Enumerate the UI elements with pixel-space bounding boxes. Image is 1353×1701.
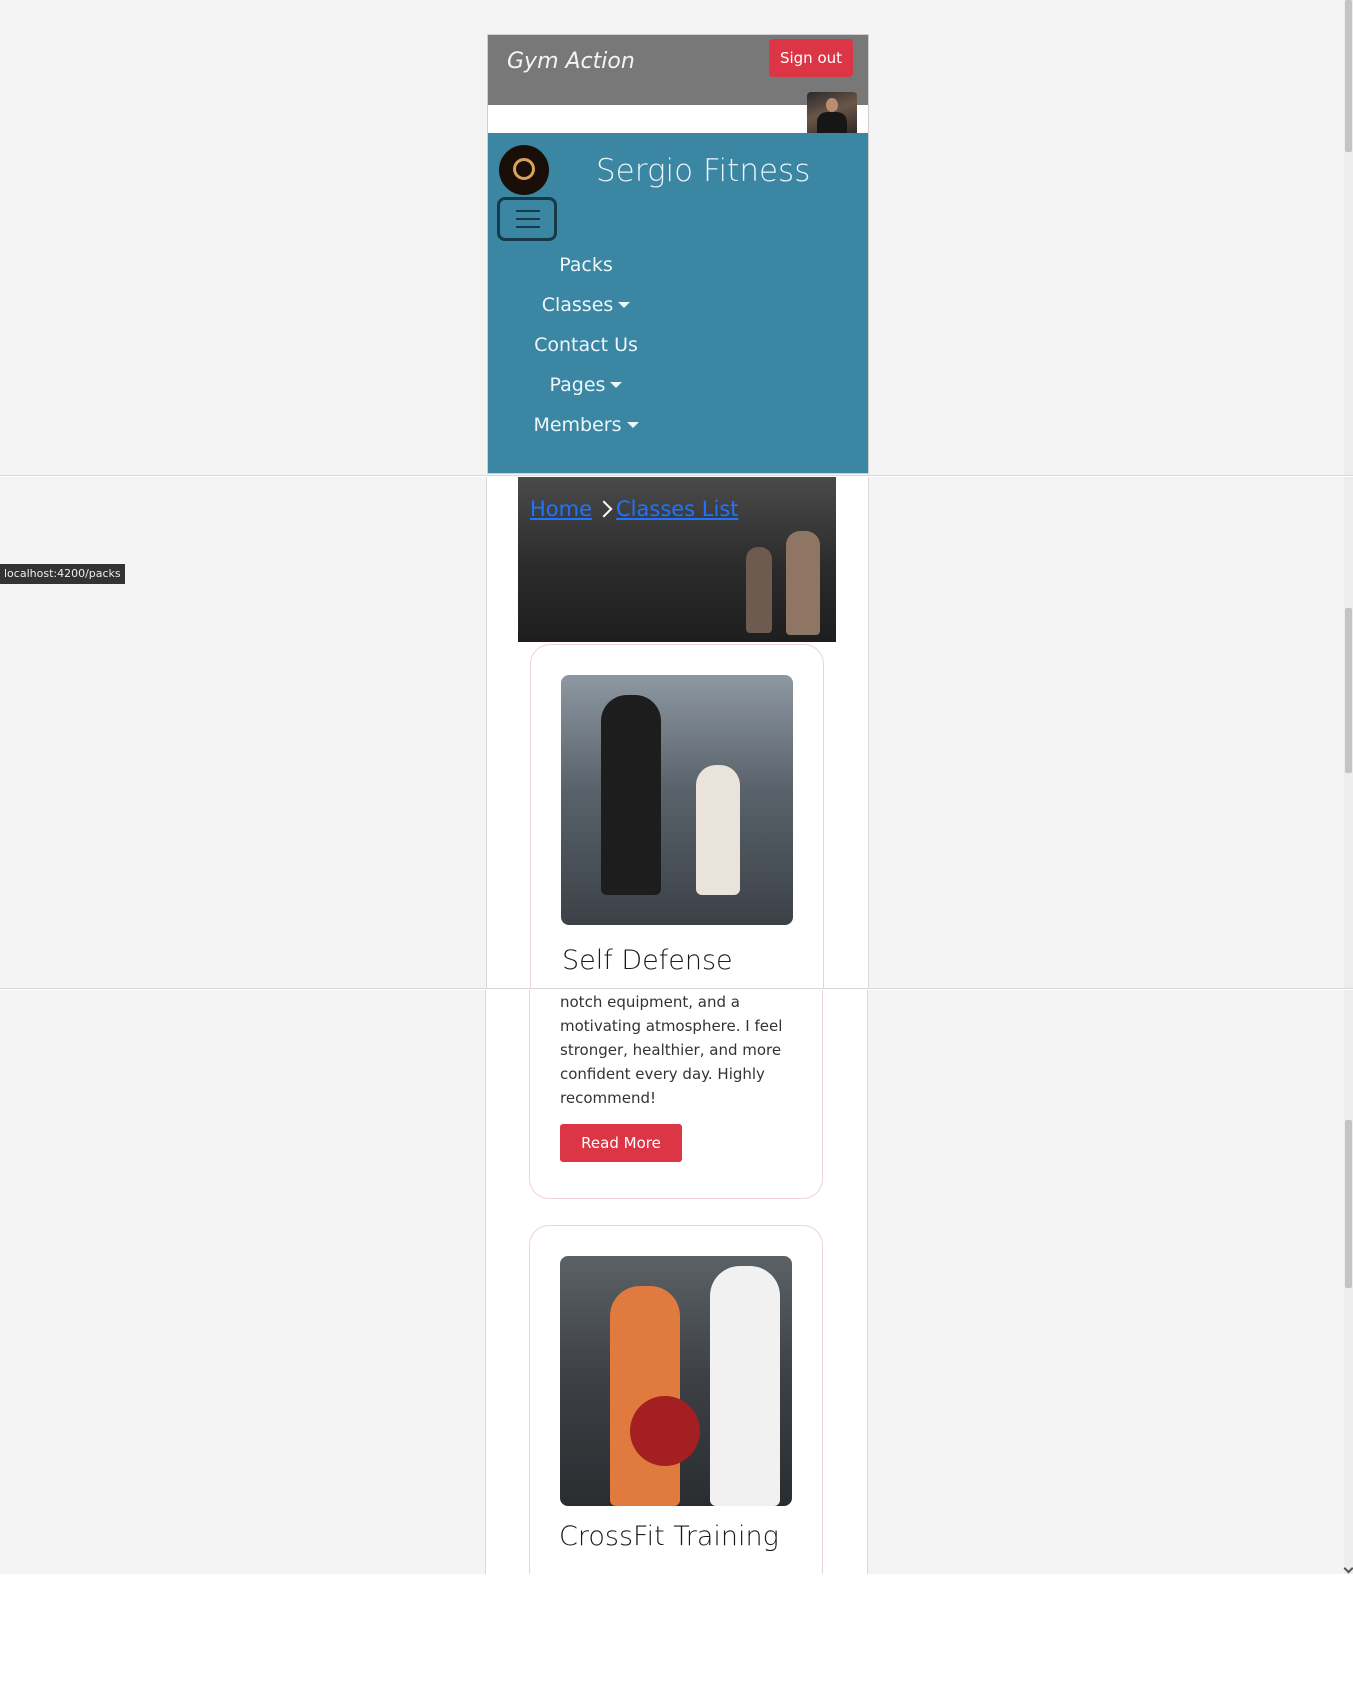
scrollbar-thumb[interactable] — [1345, 1120, 1352, 1288]
breadcrumb: Home Classes List — [530, 497, 739, 521]
nav-item-pages[interactable]: Pages — [488, 365, 684, 405]
card-image — [561, 675, 793, 925]
nav-item-label: Packs — [559, 254, 613, 276]
class-card: Self Defense — [530, 644, 824, 989]
segment-divider — [0, 475, 1353, 476]
card-text-line: recommend! — [560, 1089, 656, 1107]
card-text-line: confident every day. Highly — [560, 1065, 765, 1083]
logo-icon[interactable] — [499, 145, 549, 195]
hamburger-menu-button[interactable] — [497, 197, 557, 241]
scrollbar[interactable] — [1344, 0, 1353, 476]
brand-name: Gym Action — [507, 49, 635, 74]
nav-item-label: Contact Us — [534, 334, 638, 356]
caret-down-icon — [618, 302, 631, 308]
hero-figure — [746, 547, 772, 633]
screenshot-segment-hero: localhost:4200/packs Home Classes List S… — [0, 477, 1353, 989]
nav-list: Packs Classes Contact Us Pages Members — [488, 245, 684, 445]
breadcrumb-current-link[interactable]: Classes List — [616, 497, 739, 521]
scrollbar[interactable] — [1344, 477, 1353, 989]
card-title: CrossFit Training — [559, 1521, 779, 1552]
logo-mark — [513, 158, 535, 180]
image-plate — [630, 1396, 700, 1466]
nav-item-packs[interactable]: Packs — [488, 245, 684, 285]
caret-down-icon — [610, 382, 623, 388]
avatar-head — [826, 98, 838, 112]
caret-down-icon — [626, 422, 639, 428]
nav-item-members[interactable]: Members — [488, 405, 684, 445]
scrollbar-thumb[interactable] — [1345, 0, 1352, 152]
card-text-line: motivating atmosphere. I feel — [560, 1017, 783, 1035]
hero-figure — [786, 531, 820, 635]
image-figure — [601, 695, 661, 895]
status-url-tooltip: localhost:4200/packs — [0, 564, 125, 584]
card-image — [560, 1256, 792, 1506]
scrollbar-thumb[interactable] — [1345, 608, 1352, 773]
nav-item-classes[interactable]: Classes — [488, 285, 684, 325]
card-title: Self Defense — [562, 945, 733, 976]
nav-item-label: Pages — [549, 374, 606, 396]
class-card: CrossFit Training — [529, 1225, 823, 1574]
nav-item-label: Members — [533, 414, 622, 436]
page-viewport: Gym Action Sign out Sergio Fitness Packs… — [487, 34, 869, 474]
screenshot-segment-header: Gym Action Sign out Sergio Fitness Packs… — [0, 0, 1353, 476]
navbar: Sergio Fitness Packs Classes Contact Us … — [488, 133, 868, 473]
scrollbar[interactable] — [1344, 990, 1353, 1574]
nav-item-label: Classes — [541, 294, 614, 316]
hero-banner: Home Classes List — [518, 477, 836, 642]
sign-out-button[interactable]: Sign out — [769, 39, 853, 77]
card-text-line: notch equipment, and a — [560, 993, 740, 1011]
chevron-right-icon — [595, 500, 613, 518]
hamburger-line — [516, 210, 540, 212]
hamburger-line — [516, 218, 540, 220]
page-viewport: Home Classes List Self Defense — [486, 477, 869, 989]
read-more-button[interactable]: Read More — [560, 1124, 682, 1162]
class-card: notch equipment, and a motivating atmosp… — [529, 990, 823, 1199]
hamburger-line — [516, 226, 540, 228]
card-text-line: stronger, healthier, and more — [560, 1041, 782, 1059]
screenshot-segment-cards: notch equipment, and a motivating atmosp… — [0, 990, 1353, 1574]
image-figure — [710, 1266, 780, 1506]
breadcrumb-home-link[interactable]: Home — [530, 497, 592, 521]
card-description: notch equipment, and a motivating atmosp… — [560, 990, 800, 1110]
image-figure — [696, 765, 740, 895]
page-viewport: notch equipment, and a motivating atmosp… — [485, 990, 868, 1574]
segment-divider — [0, 988, 1353, 989]
nav-item-contact-us[interactable]: Contact Us — [488, 325, 684, 365]
site-title: Sergio Fitness — [596, 153, 811, 189]
